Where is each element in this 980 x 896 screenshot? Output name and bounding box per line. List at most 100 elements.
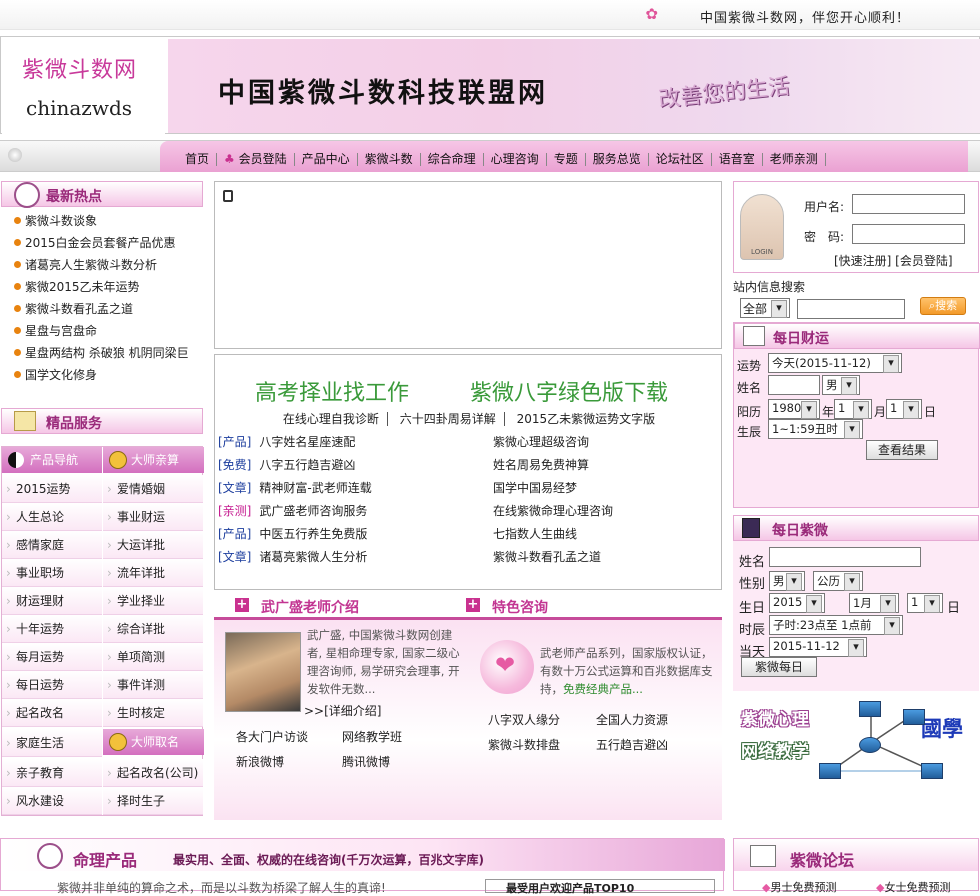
recommend-right-link[interactable]: 国学中国易经梦: [493, 477, 577, 500]
recommend-right-link[interactable]: 在线紫微命理心理咨询: [493, 500, 613, 523]
promo-ad[interactable]: 紫微心理 网络教学 國學: [733, 695, 979, 790]
service-link[interactable]: 大运详批: [103, 531, 203, 559]
ziwei-year-select[interactable]: 2015: [769, 593, 825, 613]
recommend-link[interactable]: 八字姓名星座速配: [259, 435, 355, 449]
service-link[interactable]: 感情家庭: [2, 531, 102, 559]
intro-link[interactable]: 紫微斗数排盘: [488, 736, 560, 753]
teacher-more-link[interactable]: >>[详细介绍]: [304, 702, 381, 719]
service-link[interactable]: 每日运势: [2, 671, 102, 699]
nav-psych[interactable]: 心理咨询: [484, 153, 547, 166]
ziwei-daily-button[interactable]: 紫微每日: [741, 657, 817, 677]
ziwei-day-select[interactable]: 1: [907, 593, 943, 613]
recommend-link[interactable]: 精神财富-武老师连载: [259, 481, 371, 495]
nav-forum[interactable]: 论坛社区: [649, 153, 712, 166]
teacher-photo[interactable]: [225, 632, 301, 712]
intro-link[interactable]: 各大门户访谈: [236, 728, 308, 745]
search-button[interactable]: ⌕搜索: [920, 297, 966, 315]
teacher-intro-title[interactable]: 武广盛老师介绍: [261, 597, 359, 617]
service-link[interactable]: 每月运势: [2, 643, 102, 671]
nav-mingli[interactable]: 综合命理: [421, 153, 484, 166]
male-forecast-link[interactable]: ◆男士免费预测: [762, 879, 836, 895]
nav-voice-room[interactable]: 语音室: [712, 153, 763, 166]
username-input[interactable]: [852, 194, 965, 214]
recommend-link[interactable]: 八字五行趋吉避凶: [259, 458, 355, 472]
free-products-link[interactable]: 免费经典产品...: [563, 682, 643, 696]
service-link[interactable]: 风水建设: [2, 787, 102, 815]
intro-link[interactable]: 网络教学班: [342, 728, 402, 745]
hot-item[interactable]: 星盘两结构 杀破狼 机阴同梁巨: [14, 342, 206, 364]
hot-item[interactable]: 紫微斗数看孔孟之道: [14, 298, 206, 320]
service-link[interactable]: 家庭生活: [2, 729, 102, 757]
service-link[interactable]: 单项简测: [103, 643, 203, 671]
search-input[interactable]: [797, 299, 905, 319]
service-link[interactable]: 财运理财: [2, 587, 102, 615]
fortune-date-select[interactable]: 今天(2015-11-12): [768, 353, 902, 373]
hot-item[interactable]: 诸葛亮人生紫微斗数分析: [14, 254, 206, 276]
service-link[interactable]: 择时生子: [103, 787, 203, 815]
ziwei-gender-select[interactable]: 男: [769, 571, 805, 591]
mini-link[interactable]: 2015乙未紫微运势文字版: [509, 412, 664, 426]
hot-item[interactable]: 紫微斗数谈象: [14, 210, 206, 232]
intro-link[interactable]: 八字双人缘分: [488, 711, 560, 728]
mini-link[interactable]: 在线心理自我诊断: [274, 412, 388, 426]
tab-master-calc[interactable]: 大师亲算: [103, 447, 204, 473]
hot-item[interactable]: 星盘与宫盘命: [14, 320, 206, 342]
fortune-gender-select[interactable]: 男: [822, 375, 860, 395]
fortune-name-input[interactable]: [768, 375, 820, 395]
service-link[interactable]: 起名改名(公司): [103, 759, 203, 787]
special-consult-title[interactable]: 特色咨询: [492, 597, 548, 617]
password-input[interactable]: [852, 224, 965, 244]
hot-item[interactable]: 国学文化修身: [14, 364, 206, 386]
tab-product-nav[interactable]: 产品导航: [2, 447, 102, 473]
service-link[interactable]: 十年运势: [2, 615, 102, 643]
service-link[interactable]: 亲子教育: [2, 759, 102, 787]
ziwei-name-input[interactable]: [769, 547, 921, 567]
service-link[interactable]: 事件详测: [103, 671, 203, 699]
intro-link[interactable]: 全国人力资源: [596, 711, 668, 728]
tab-master-naming[interactable]: 大师取名: [103, 729, 204, 755]
service-link[interactable]: 爱情婚姻: [103, 475, 203, 503]
search-scope-select[interactable]: 全部: [740, 298, 790, 318]
intro-link[interactable]: 新浪微博: [236, 753, 284, 770]
service-link[interactable]: 事业财运: [103, 503, 203, 531]
fortune-year-select[interactable]: 1980: [768, 399, 820, 419]
nav-products[interactable]: 产品中心: [295, 153, 358, 166]
slideshow[interactable]: [214, 181, 722, 349]
login-links[interactable]: [快速注册] [会员登陆]: [834, 252, 953, 269]
nav-topics[interactable]: 专题: [547, 153, 586, 166]
service-link[interactable]: 起名改名: [2, 699, 102, 727]
recommend-link[interactable]: 武广盛老师咨询服务: [259, 504, 367, 518]
service-link[interactable]: 事业职场: [2, 559, 102, 587]
service-link[interactable]: 综合详批: [103, 615, 203, 643]
service-link[interactable]: 流年详批: [103, 559, 203, 587]
intro-link[interactable]: 腾讯微博: [342, 753, 390, 770]
recommend-link[interactable]: 中医五行养生免费版: [259, 527, 367, 541]
hot-item[interactable]: 紫微2015乙未年运势: [14, 276, 206, 298]
nav-teacher-test[interactable]: 老师亲测: [763, 153, 826, 166]
ziwei-calendar-select[interactable]: 公历: [813, 571, 863, 591]
nav-member-login[interactable]: ♣ 会员登陆: [217, 153, 295, 166]
ziwei-date-select[interactable]: 2015-11-12: [769, 637, 867, 657]
recommend-right-link[interactable]: 紫微心理超级咨询: [493, 431, 589, 454]
service-link[interactable]: 人生总论: [2, 503, 102, 531]
nav-services[interactable]: 服务总览: [586, 153, 649, 166]
mini-link[interactable]: 六十四卦周易详解: [391, 412, 505, 426]
promo-career-link[interactable]: 高考择业找工作: [255, 375, 409, 407]
recommend-link[interactable]: 诸葛亮紫微人生分析: [259, 550, 367, 564]
nav-home[interactable]: 首页: [178, 153, 218, 166]
recommend-right-link[interactable]: 姓名周易免费神算: [493, 454, 589, 477]
view-result-button[interactable]: 查看结果: [866, 440, 938, 460]
promo-download-link[interactable]: 紫微八字绿色版下载: [470, 375, 668, 407]
fortune-day-select[interactable]: 1: [886, 399, 922, 419]
female-forecast-link[interactable]: ◆女士免费预测: [876, 879, 950, 895]
slide-indicator-icon[interactable]: [223, 190, 233, 202]
logo[interactable]: 紫微斗数网 chinazwds: [2, 38, 165, 134]
service-link[interactable]: 2015运势: [2, 475, 102, 503]
fortune-hour-select[interactable]: 1~1:59丑时: [768, 419, 863, 439]
recommend-right-link[interactable]: 紫微斗数看孔孟之道: [493, 546, 601, 569]
ziwei-hour-select[interactable]: 子时:23点至 1点前: [769, 615, 903, 635]
fortune-month-select[interactable]: 1: [834, 399, 872, 419]
service-link[interactable]: 生时核定: [103, 699, 203, 727]
intro-link[interactable]: 五行趋吉避凶: [596, 736, 668, 753]
service-link[interactable]: 学业择业: [103, 587, 203, 615]
